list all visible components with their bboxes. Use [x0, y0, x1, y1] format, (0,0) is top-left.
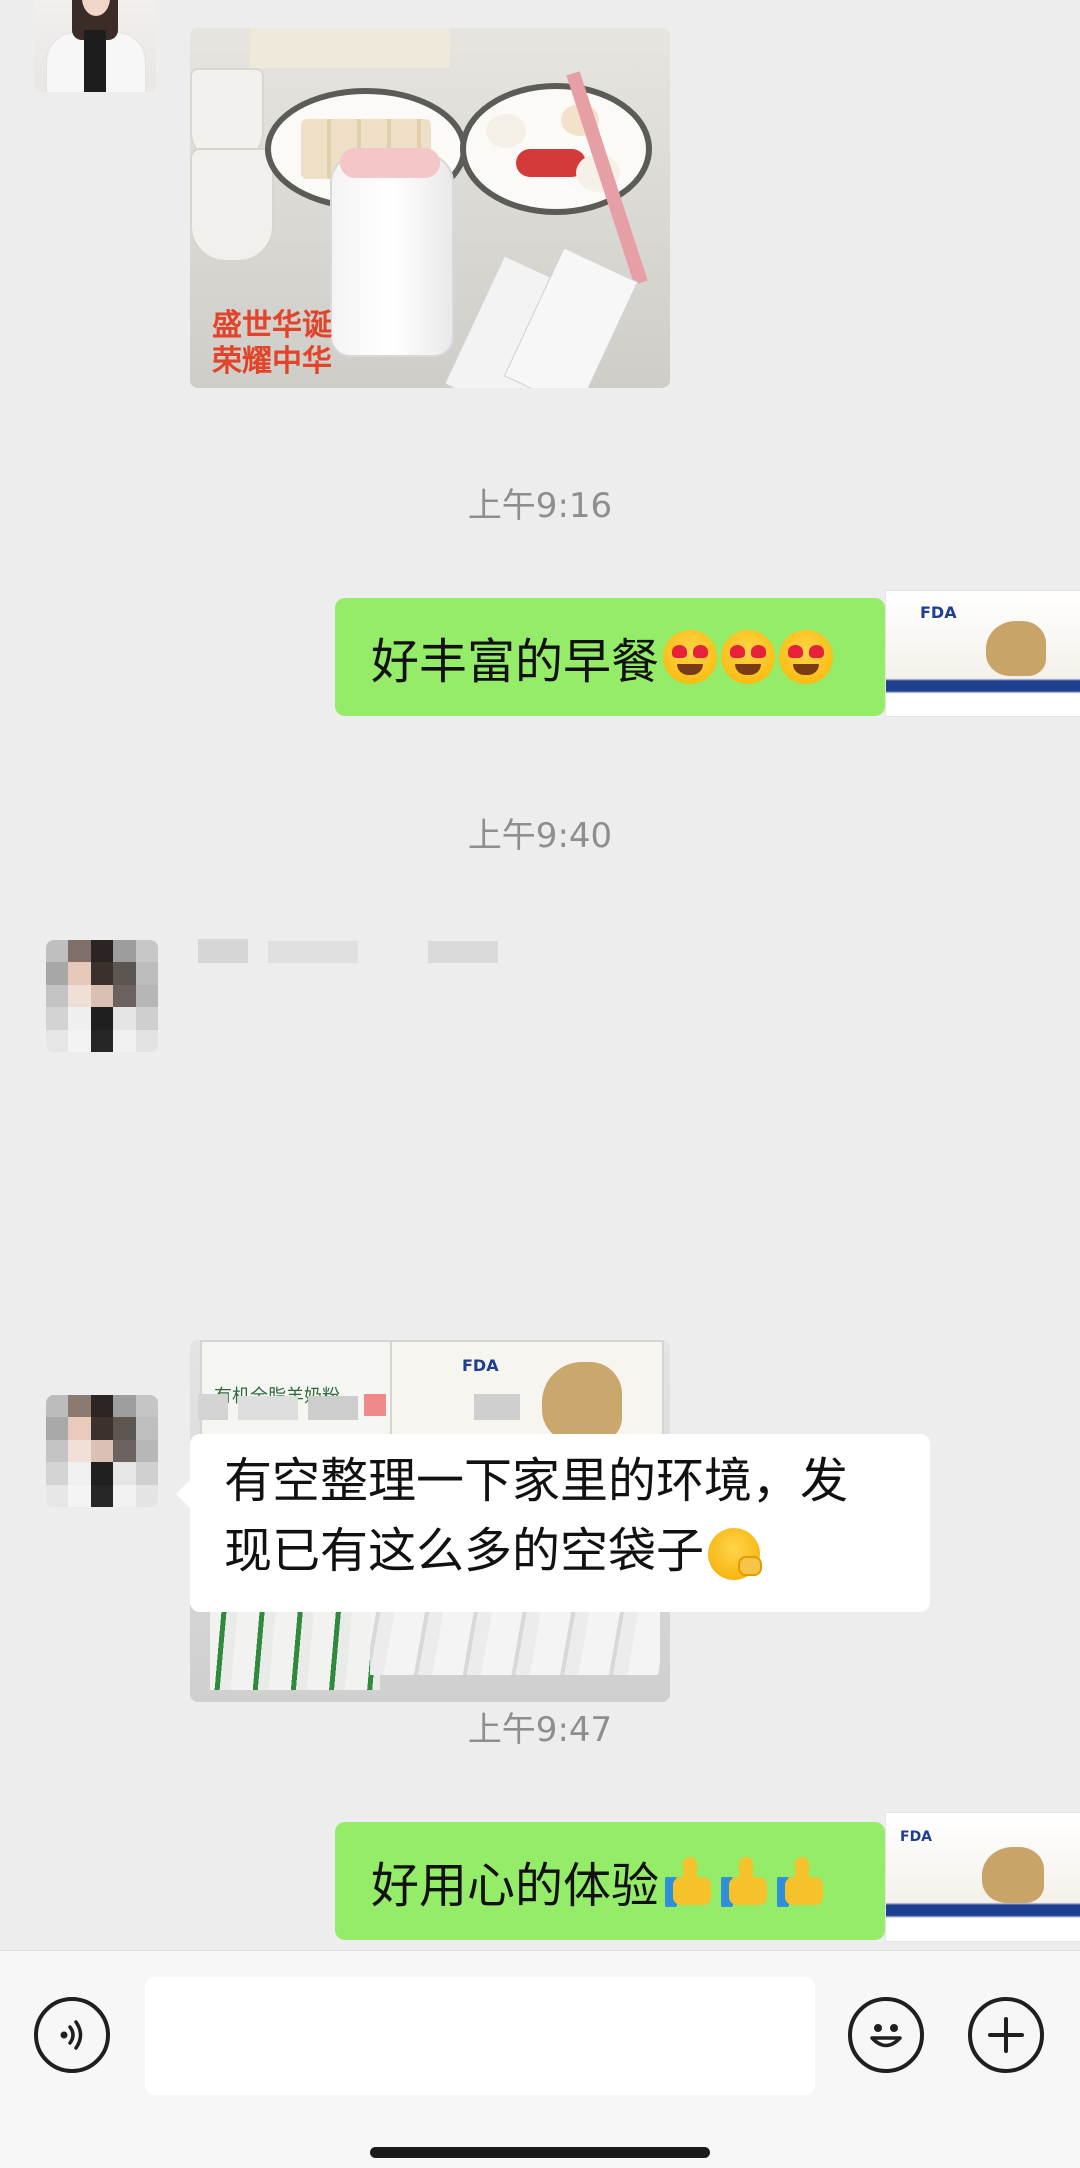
- timestamp: 上午9:40: [467, 816, 613, 856]
- timestamp: 上午9:47: [467, 1710, 613, 1750]
- redact-block: [364, 1394, 386, 1416]
- plus-icon: [988, 2017, 1024, 2053]
- message-text: 好用心的体验: [371, 1858, 660, 1914]
- message-text-line-2: 现已有这么多的空袋子: [224, 1523, 705, 1579]
- caption-line-1: 盛世华诞: [212, 308, 332, 343]
- shaker-bottle: [330, 153, 454, 357]
- heart-eyes-emoji-icon: [721, 630, 776, 684]
- avatar-mosaic: [46, 1395, 158, 1507]
- photo-caption: 盛世华诞 荣耀中华: [212, 308, 332, 380]
- timestamp: 上午9:16: [467, 486, 613, 526]
- redact-block: [268, 941, 358, 963]
- fda-badge: FDA: [462, 1356, 499, 1375]
- egg-bowl: [460, 83, 652, 215]
- breakfast-photo[interactable]: 盛世华诞 荣耀中华: [190, 28, 670, 388]
- fda-badge: FDA: [920, 603, 957, 622]
- sender-name-redacted: [198, 937, 518, 967]
- fda-badge: FDA: [900, 1829, 933, 1845]
- goat-illustration: [986, 621, 1046, 676]
- message-text: 好丰富的早餐: [371, 634, 660, 690]
- thumbs-up-icon: [777, 1855, 827, 1907]
- message-input[interactable]: [145, 1977, 815, 2095]
- cup-left-bottom: [190, 148, 274, 262]
- avatar-sender-2[interactable]: [46, 940, 158, 1052]
- message-bubble-self[interactable]: 好用心的体验: [335, 1822, 885, 1940]
- avatar-self[interactable]: FDA: [885, 590, 1080, 717]
- product-box-art: [886, 591, 1080, 716]
- shaker-lid: [340, 148, 440, 178]
- avatar-shirt: [84, 30, 106, 92]
- message-bubble-self[interactable]: 好丰富的早餐: [335, 598, 885, 716]
- redact-block: [474, 1394, 520, 1420]
- heart-eyes-emoji-icon: [779, 630, 834, 684]
- emoji-button[interactable]: [848, 1997, 924, 2073]
- message-bubble-other[interactable]: 有空整理一下家里的环境，发 现已有这么多的空袋子: [190, 1434, 930, 1612]
- home-indicator[interactable]: [370, 2147, 710, 2158]
- voice-wave-icon: [60, 2020, 83, 2050]
- thumbs-up-icon: [665, 1855, 715, 1907]
- avatar-self[interactable]: FDA: [885, 1812, 1080, 1942]
- bun-1: [486, 114, 526, 148]
- emoji-smile-icon: [870, 2024, 902, 2048]
- heart-eyes-emoji-icon: [663, 630, 718, 684]
- thumbs-up-icon: [721, 1855, 771, 1907]
- voice-button[interactable]: [34, 1997, 110, 2073]
- avatar-mosaic: [46, 940, 158, 1052]
- plus-button[interactable]: [968, 1997, 1044, 2073]
- redact-block: [428, 941, 498, 963]
- redact-block: [198, 1394, 228, 1420]
- redact-block: [238, 1396, 298, 1420]
- message-text-line-1: 有空整理一下家里的环境，发: [224, 1453, 849, 1509]
- redact-block: [198, 939, 248, 963]
- thinking-emoji-icon: [708, 1528, 763, 1580]
- caption-line-2: 荣耀中华: [212, 344, 332, 379]
- avatar-sender-3[interactable]: [46, 1395, 158, 1507]
- redact-block: [308, 1396, 358, 1420]
- goat-illustration: [982, 1847, 1044, 1903]
- bubble-tail: [176, 1480, 190, 1508]
- chat-input-bar: [0, 1950, 1080, 2168]
- avatar-sender-1[interactable]: [34, 0, 156, 92]
- product-box: [250, 28, 450, 68]
- sender-name-redacted: [198, 1390, 558, 1424]
